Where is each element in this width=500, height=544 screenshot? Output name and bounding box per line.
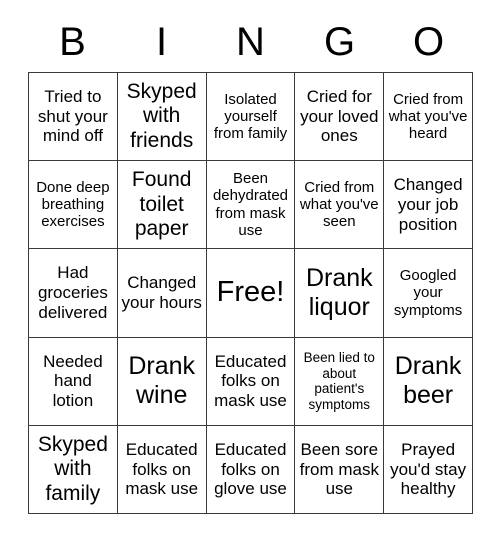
bingo-cell[interactable]: Free! xyxy=(206,249,296,338)
header-letter-i: I xyxy=(155,20,168,64)
bingo-cell[interactable]: Skyped with family xyxy=(29,425,118,514)
bingo-cell-label: Found toilet paper xyxy=(131,168,192,240)
header-letter-b: B xyxy=(59,20,86,64)
bingo-cell[interactable]: Cried from what you've seen xyxy=(295,161,385,250)
bingo-cell[interactable]: Been sore from mask use xyxy=(295,425,385,514)
bingo-cell-label: Had groceries delivered xyxy=(37,263,108,322)
bingo-cell-label: Done deep breathing exercises xyxy=(36,178,110,231)
bingo-cell-label: Drank wine xyxy=(128,352,196,410)
bingo-cell[interactable]: Drank wine xyxy=(117,337,207,426)
bingo-cell-label: Tried to shut your mind off xyxy=(37,87,108,146)
bingo-cell-label: Isolated yourself from family xyxy=(213,90,288,143)
bingo-cell-label: Changed your job position xyxy=(393,175,463,234)
bingo-cell-label: Free! xyxy=(216,276,285,309)
header-letter-g: G xyxy=(323,20,356,64)
header-letter-o: O xyxy=(412,20,445,64)
bingo-cell-label: Educated folks on glove use xyxy=(214,439,287,499)
bingo-cell[interactable]: Changed your hours xyxy=(117,249,207,338)
bingo-grid: Tried to shut your mind off Skyped with f… xyxy=(28,72,473,514)
bingo-cell-label: Cried for your loved ones xyxy=(300,87,379,146)
bingo-cell[interactable]: Been lied to about patient's symptoms xyxy=(295,337,385,426)
bingo-cell-label: Prayed you'd stay healthy xyxy=(390,439,467,499)
bingo-cell[interactable]: Educated folks on mask use xyxy=(117,425,207,514)
bingo-cell-label: Cried from what you've seen xyxy=(299,178,379,231)
bingo-card: B I N G O Tried to shut your mind off Sky… xyxy=(0,0,500,544)
bingo-cell-label: Skyped with friends xyxy=(126,80,197,152)
bingo-cell[interactable]: Isolated yourself from family xyxy=(206,73,296,162)
bingo-cell-label: Skyped with family xyxy=(37,432,108,505)
bingo-cell[interactable]: Been dehydrated from mask use xyxy=(206,161,296,250)
bingo-cell[interactable]: Had groceries delivered xyxy=(29,249,118,338)
bingo-cell[interactable]: Cried for your loved ones xyxy=(295,73,385,162)
bingo-cell-label: Cried from what you've heard xyxy=(388,90,468,143)
bingo-cell-label: Been lied to about patient's symptoms xyxy=(303,349,375,412)
bingo-header: B I N G O xyxy=(28,14,473,70)
bingo-cell-label: Changed your hours xyxy=(121,273,202,312)
bingo-cell-label: Drank beer xyxy=(394,352,462,410)
bingo-cell-label: Educated folks on mask use xyxy=(125,439,199,499)
bingo-cell[interactable]: Prayed you'd stay healthy xyxy=(384,425,473,514)
bingo-cell[interactable]: Cried from what you've heard xyxy=(384,73,473,162)
bingo-cell[interactable]: Needed hand lotion xyxy=(29,337,118,426)
bingo-cell-label: Drank liquor xyxy=(305,263,373,321)
bingo-cell[interactable]: Found toilet paper xyxy=(117,161,207,250)
bingo-cell-label: Needed hand lotion xyxy=(43,351,103,411)
bingo-cell[interactable]: Drank beer xyxy=(384,337,473,426)
bingo-cell-label: Been sore from mask use xyxy=(299,439,379,499)
bingo-cell-label: Educated folks on mask use xyxy=(214,351,287,411)
bingo-cell[interactable]: Tried to shut your mind off xyxy=(29,73,118,162)
bingo-cell[interactable]: Changed your job position xyxy=(384,161,473,250)
bingo-cell[interactable]: Educated folks on mask use xyxy=(206,337,296,426)
bingo-cell[interactable]: Skyped with friends xyxy=(117,73,207,162)
bingo-cell-label: Been dehydrated from mask use xyxy=(212,170,289,240)
bingo-cell[interactable]: Googled your symptoms xyxy=(384,249,473,338)
bingo-cell[interactable]: Drank liquor xyxy=(295,249,385,338)
bingo-cell[interactable]: Done deep breathing exercises xyxy=(29,161,118,250)
bingo-cell[interactable]: Educated folks on glove use xyxy=(206,425,296,514)
header-letter-n: N xyxy=(236,20,265,64)
bingo-cell-label: Googled your symptoms xyxy=(393,266,463,319)
